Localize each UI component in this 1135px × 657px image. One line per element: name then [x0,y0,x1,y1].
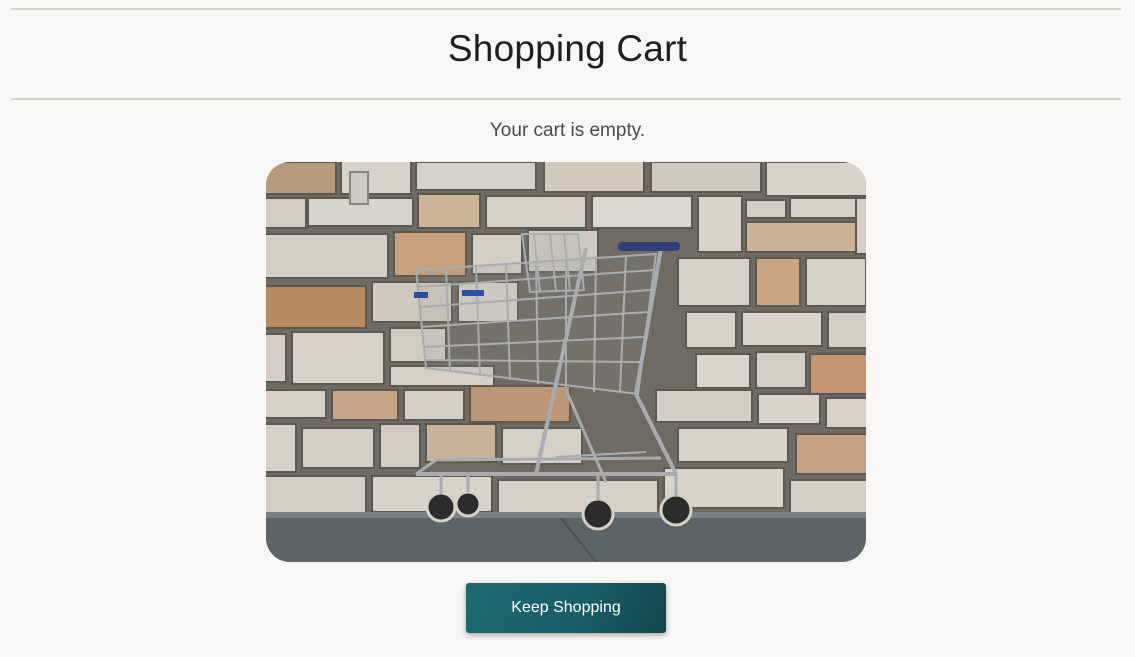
keep-shopping-button[interactable]: Keep Shopping [466,583,666,633]
empty-cart-message: Your cart is empty. [489,120,646,141]
page-title: Shopping Cart [447,28,688,69]
title-divider [11,98,1121,100]
top-divider [11,8,1121,10]
empty-cart-image [266,162,866,562]
